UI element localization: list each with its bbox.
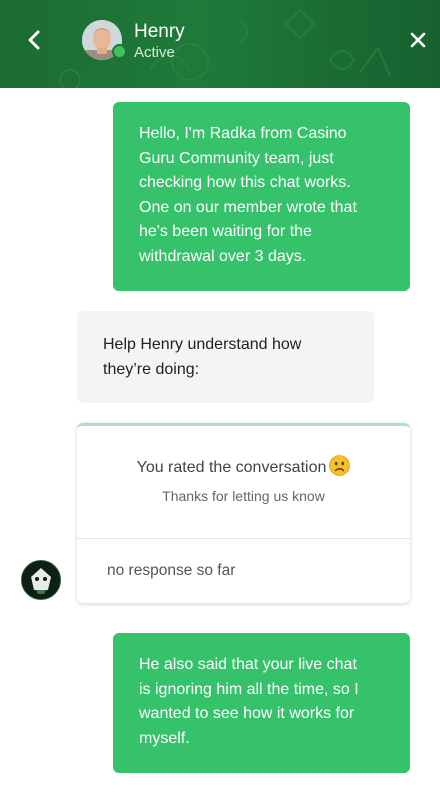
- rating-card: You rated the conversation Thanks for le…: [77, 423, 410, 603]
- message-line: checking how this chat works.: [139, 174, 351, 192]
- chat-header: Henry Active: [0, 0, 440, 88]
- rating-subtitle: Thanks for letting us know: [162, 488, 325, 504]
- message-line: he's been waiting for the: [139, 223, 312, 241]
- header-decoration: [59, 8, 391, 88]
- agent-name: Henry: [134, 21, 185, 42]
- bot-avatar: [21, 560, 61, 600]
- rating-title: You rated the conversation: [136, 459, 327, 476]
- close-button[interactable]: [404, 26, 432, 54]
- online-status-dot: [112, 44, 127, 59]
- message-line: He also said that your live chat: [139, 656, 357, 673]
- close-icon: [410, 32, 426, 48]
- user-message: He also said that your live chat is igno…: [113, 633, 410, 773]
- rating-response: no response so far: [107, 562, 236, 579]
- agent-status: Active: [134, 44, 175, 61]
- back-button[interactable]: [20, 26, 48, 54]
- slightly-frowning-face-icon: [329, 455, 351, 483]
- message-line: One on our member wrote that: [139, 198, 357, 216]
- bot-message: Help Henry understand how they’re doing:: [77, 311, 374, 403]
- message-line: is ignoring him all the time, so I: [139, 680, 359, 698]
- divider: [77, 538, 410, 539]
- message-line: Hello, I'm Radka from Casino: [139, 125, 347, 142]
- user-message: Hello, I'm Radka from Casino Guru Commun…: [113, 102, 410, 291]
- message-line: Help Henry understand how: [103, 336, 302, 353]
- message-line: withdrawal over 3 days.: [139, 247, 307, 265]
- message-line: myself.: [139, 729, 190, 747]
- message-line: wanted to see how it works for: [139, 705, 355, 723]
- message-line: they’re doing:: [103, 360, 200, 378]
- rating-title-row: You rated the conversation: [77, 455, 410, 483]
- bot-logo-icon: [22, 561, 60, 599]
- chevron-left-icon: [28, 30, 40, 50]
- message-line: Guru Community team, just: [139, 149, 334, 167]
